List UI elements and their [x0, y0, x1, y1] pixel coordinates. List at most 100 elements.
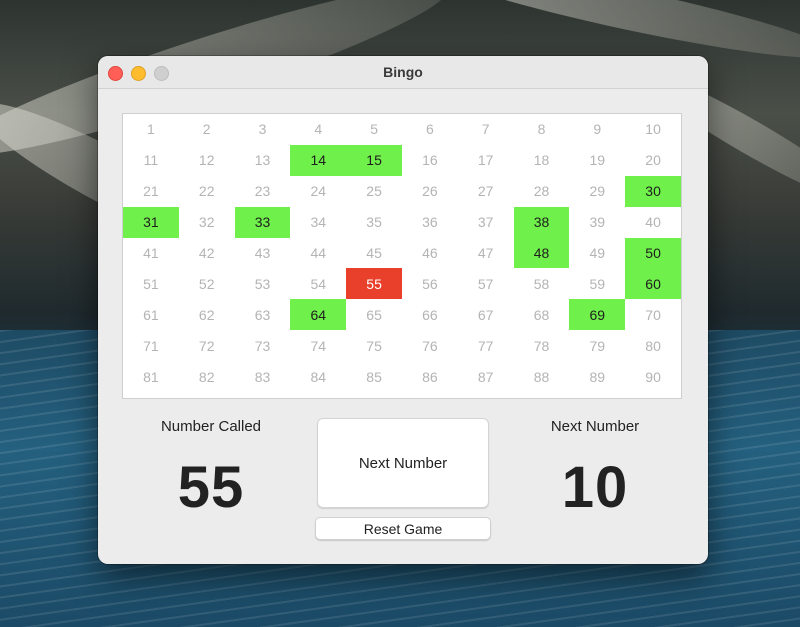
board-cell-8: 8 [537, 121, 546, 138]
board-cell-51: 51 [143, 275, 159, 292]
board-cell-21: 21 [143, 183, 159, 200]
board-cell-41: 41 [143, 245, 159, 261]
board-cell-82: 82 [198, 368, 215, 385]
desktop-background: Bingo 1 2 3 4 5 6 7 8 9 10 11 12 13 14 15 16 17 18 19 20 21 2… [0, 0, 800, 627]
board-cell-25: 25 [366, 183, 382, 200]
board-cell-19: 19 [589, 152, 606, 169]
reset-game-button[interactable]: Reset Game [315, 517, 491, 540]
board-cell-22: 22 [198, 183, 215, 200]
board-cell-20: 20 [645, 152, 661, 169]
board-cell-16: 16 [422, 152, 438, 169]
board-cell-61: 61 [143, 306, 159, 323]
board-cell-2: 2 [202, 121, 211, 138]
board-cell-6: 6 [425, 121, 434, 138]
board-cell-15: 15 [346, 144, 402, 176]
number-called-label: Number Called [160, 418, 262, 435]
board-cell-4: 4 [314, 121, 323, 138]
board-cell-76: 76 [422, 337, 438, 354]
board-cell-36: 36 [422, 214, 438, 231]
board-cell-42: 42 [198, 245, 215, 261]
board-cell-85: 85 [366, 368, 382, 385]
board-cell-74: 74 [310, 337, 327, 354]
board-cell-1: 1 [147, 121, 155, 138]
next-number-value: 10 [561, 455, 629, 520]
board-cell-90: 90 [645, 368, 661, 385]
board-cell-89: 89 [589, 368, 606, 385]
next-number-button[interactable]: Next Number [317, 418, 489, 508]
board-cell-12: 12 [198, 152, 215, 169]
window-title: Bingo [383, 64, 423, 80]
board-cell-58: 58 [533, 275, 550, 292]
board-cell-24: 24 [310, 183, 327, 200]
board-cell-11: 11 [143, 152, 159, 169]
board-cell-47: 47 [477, 245, 494, 261]
board-cell-33: 33 [234, 206, 291, 238]
board-cell-14: 14 [290, 144, 347, 176]
board-cell-80: 80 [645, 337, 661, 354]
board-cell-48: 48 [513, 237, 570, 269]
board-cell-77: 77 [477, 337, 494, 354]
board-cell-43: 43 [254, 245, 271, 261]
next-number-label: Next Number [550, 418, 640, 435]
board-cell-28: 28 [533, 183, 550, 200]
title-bar: Bingo [98, 56, 708, 89]
board-cell-69: 69 [569, 299, 626, 331]
board-cell-84: 84 [310, 368, 327, 385]
board-cell-68: 68 [533, 306, 550, 323]
board-cell-7: 7 [481, 121, 490, 138]
board-cell-71: 71 [143, 337, 159, 354]
board-cell-55: 55 [346, 268, 402, 300]
board-cell-27: 27 [477, 183, 494, 200]
board-cell-23: 23 [254, 183, 271, 200]
board-cell-83: 83 [254, 368, 271, 385]
board-cell-34: 34 [310, 214, 327, 231]
board-grid: 1 2 3 4 5 6 7 8 9 10 11 12 13 14 15 16 17 18 19 20 21 22 23 24 2… [123, 114, 681, 392]
board-cell-32: 32 [198, 214, 215, 231]
board-cell-79: 79 [589, 337, 606, 354]
board-cell-17: 17 [477, 152, 494, 169]
board-cell-87: 87 [477, 368, 494, 385]
board-cell-39: 39 [589, 214, 606, 231]
board-cell-5: 5 [370, 121, 378, 138]
board-cell-50: 50 [625, 237, 681, 269]
board-cell-65: 65 [366, 306, 382, 323]
board-cell-53: 53 [254, 275, 271, 292]
board-cell-66: 66 [422, 306, 438, 323]
board-cell-73: 73 [254, 337, 271, 354]
board-cell-29: 29 [589, 183, 606, 200]
board-cell-72: 72 [198, 337, 215, 354]
board-cell-75: 75 [366, 337, 382, 354]
board-cell-13: 13 [254, 152, 271, 169]
board-cell-86: 86 [422, 368, 438, 385]
number-called-value: 55 [177, 455, 245, 520]
board-cell-59: 59 [589, 275, 606, 292]
board-cell-54: 54 [310, 275, 327, 292]
board-cell-67: 67 [477, 306, 494, 323]
bingo-window: Bingo 1 2 3 4 5 6 7 8 9 10 11 12 13 14 15 16 17 18 19 20 21 2… [98, 56, 708, 564]
board-cell-38: 38 [513, 206, 570, 238]
board-cell-56: 56 [422, 275, 438, 292]
board-cell-64: 64 [290, 299, 347, 331]
board-cell-37: 37 [477, 214, 494, 231]
board-cell-10: 10 [645, 121, 661, 138]
board-cell-88: 88 [533, 368, 550, 385]
board-cell-30: 30 [625, 175, 681, 207]
board-cell-9: 9 [593, 121, 602, 138]
board-cell-81: 81 [143, 368, 159, 385]
board-cell-70: 70 [645, 306, 661, 323]
board-cell-40: 40 [645, 214, 661, 231]
board-cell-46: 46 [422, 245, 438, 261]
board-cell-44: 44 [310, 245, 327, 261]
board-cell-26: 26 [422, 183, 438, 200]
board-cell-78: 78 [533, 337, 550, 354]
board-cell-60: 60 [625, 268, 681, 300]
board-cell-52: 52 [198, 275, 215, 292]
board-cell-62: 62 [198, 306, 215, 323]
board-cell-31: 31 [123, 206, 179, 238]
board-cell-49: 49 [589, 245, 606, 261]
board-cell-35: 35 [366, 214, 382, 231]
bingo-board: 1 2 3 4 5 6 7 8 9 10 11 12 13 14 15 16 17 18 19 20 21 22 23 24 2… [122, 113, 682, 399]
board-cell-45: 45 [366, 245, 382, 261]
board-cell-18: 18 [533, 152, 550, 169]
board-cell-63: 63 [254, 306, 271, 323]
